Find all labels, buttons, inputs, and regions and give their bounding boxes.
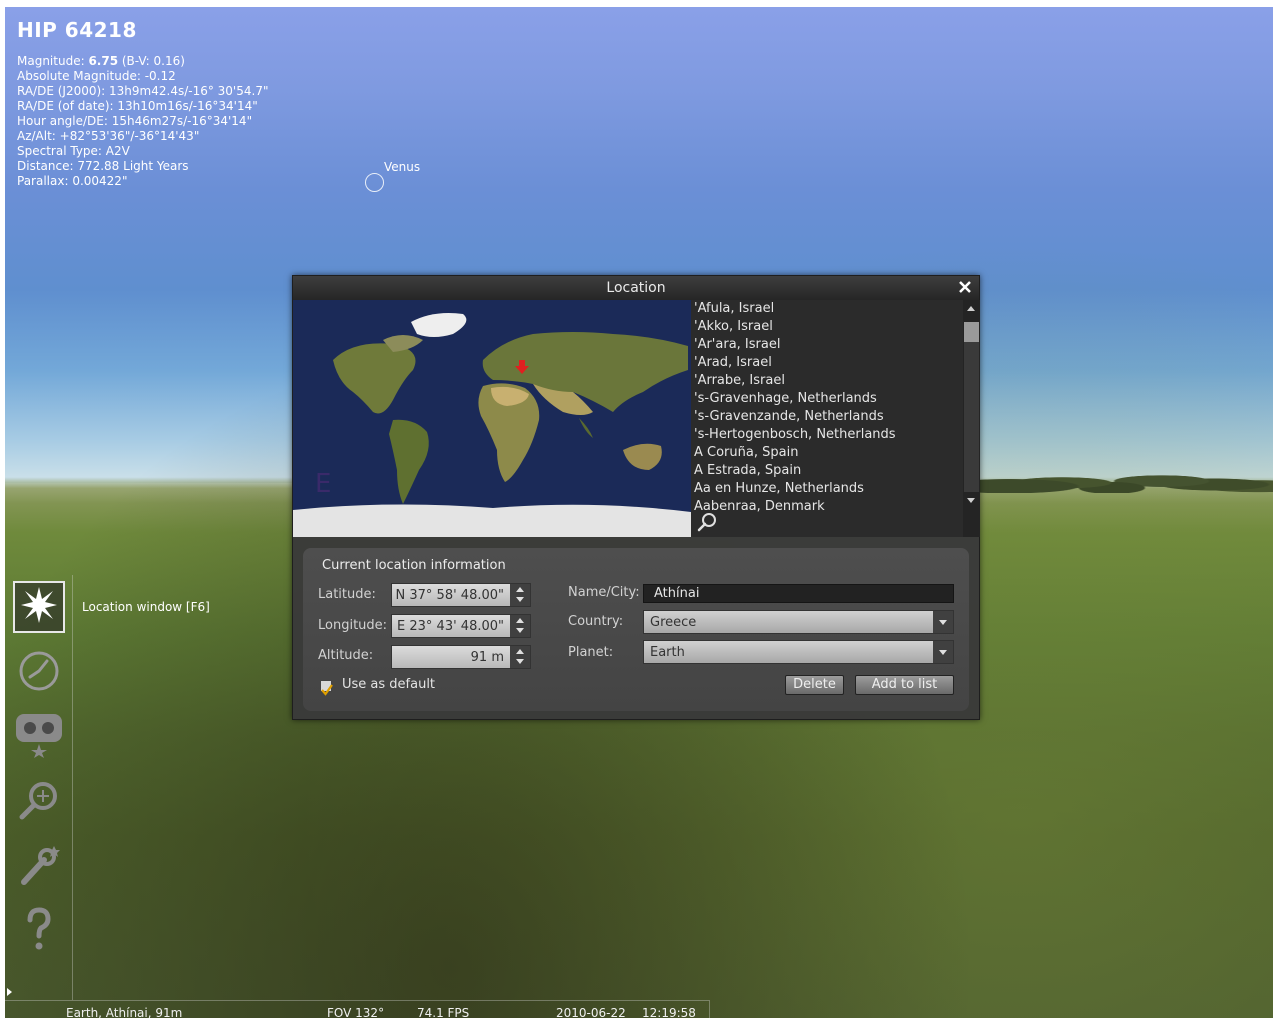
checkmark-icon [321, 684, 333, 696]
spin-arrows-icon[interactable] [510, 584, 530, 606]
tree-line [980, 459, 1273, 493]
spin-arrows-icon[interactable] [510, 615, 530, 637]
list-item[interactable]: 'Arad, Israel [691, 354, 963, 372]
status-bar: Earth, Athínai, 91m FOV 132° 74.1 FPS 20… [5, 1000, 710, 1018]
list-item[interactable]: 'Afula, Israel [691, 300, 963, 318]
location-dialog: Location E 'Afula, Israel 'Akko, Israel … [292, 275, 980, 720]
delete-button[interactable]: Delete [785, 675, 844, 695]
latitude-value: N 37° 58' 48.00" [395, 588, 504, 603]
use-as-default-checkbox[interactable] [320, 680, 333, 696]
list-item[interactable]: 'Akko, Israel [691, 318, 963, 336]
current-location-panel: Current location information Latitude: N… [303, 548, 969, 711]
date-time-window-button[interactable] [13, 647, 65, 699]
scroll-track[interactable] [964, 342, 979, 492]
info-line: Distance: 772.88 Light Years [17, 159, 189, 173]
world-map[interactable]: E [293, 300, 691, 537]
scroll-thumb[interactable] [964, 322, 979, 342]
info-line: Az/Alt: +82°53'36"/-36°14'43" [17, 129, 200, 143]
add-to-list-button[interactable]: Add to list [855, 675, 954, 695]
search-window-button[interactable] [13, 777, 65, 829]
latitude-label: Latitude: [318, 587, 376, 602]
chevron-down-icon[interactable] [933, 641, 953, 663]
clock-icon [17, 649, 61, 697]
search-icon[interactable] [696, 512, 718, 538]
longitude-spinbox[interactable]: E 23° 43' 48.00" [391, 614, 531, 638]
list-item[interactable]: Aabenraa, Denmark [691, 498, 963, 516]
eye-mask-icon [14, 708, 64, 762]
sky-view-window-button[interactable] [13, 709, 65, 761]
question-mark-icon [19, 906, 59, 956]
left-toolbar [5, 575, 73, 1000]
country-value: Greece [650, 615, 697, 630]
spin-arrows-icon[interactable] [510, 646, 530, 668]
venus-marker[interactable] [365, 173, 384, 192]
longitude-value: E 23° 43' 48.00" [397, 619, 504, 634]
info-line: Parallax: 0.00422" [17, 174, 128, 188]
country-label: Country: [568, 614, 624, 629]
dialog-title: Location [606, 280, 666, 296]
list-item[interactable]: 'Ar'ara, Israel [691, 336, 963, 354]
longitude-label: Longitude: [318, 618, 388, 633]
status-location: Earth, Athínai, 91m [66, 1006, 183, 1018]
info-line: RA/DE (of date): 13h10m16s/-16°34'14" [17, 99, 258, 113]
info-line: Hour angle/DE: 15h46m27s/-16°34'14" [17, 114, 253, 128]
planet-label: Planet: [568, 645, 614, 660]
panel-title: Current location information [322, 558, 506, 573]
object-name: HIP 64218 [17, 18, 137, 42]
expand-arrow-icon[interactable] [7, 988, 12, 996]
status-date: 2010-06-22 [556, 1006, 626, 1018]
altitude-value: 91 m [470, 650, 504, 665]
name-city-field[interactable]: Athínai [643, 584, 954, 603]
list-item[interactable]: 's-Hertogenbosch, Netherlands [691, 426, 963, 444]
list-item[interactable]: 'Arrabe, Israel [691, 372, 963, 390]
venus-label: Venus [384, 160, 421, 174]
chevron-down-icon[interactable] [933, 611, 953, 633]
list-item[interactable]: Aa en Hunze, Netherlands [691, 480, 963, 498]
magnitude-line: Magnitude: 6.75 (B-V: 0.16) [17, 54, 185, 68]
status-time: 12:19:58 [642, 1006, 696, 1018]
latitude-spinbox[interactable]: N 37° 58' 48.00" [391, 583, 531, 607]
wrench-icon [16, 842, 62, 892]
configuration-window-button[interactable] [13, 841, 65, 893]
city-list[interactable]: 'Afula, Israel 'Akko, Israel 'Ar'ara, Is… [691, 300, 963, 537]
info-line: RA/DE (J2000): 13h9m42.4s/-16° 30'54.7" [17, 84, 269, 98]
list-item[interactable]: A Estrada, Spain [691, 462, 963, 480]
altitude-spinbox[interactable]: 91 m [391, 645, 531, 669]
close-icon [959, 278, 971, 297]
scroll-down-icon[interactable] [967, 498, 975, 503]
planet-select[interactable]: Earth [643, 640, 954, 664]
scroll-up-icon[interactable] [967, 306, 975, 311]
use-as-default-label[interactable]: Use as default [342, 677, 435, 692]
list-item[interactable]: 's-Gravenhage, Netherlands [691, 390, 963, 408]
list-item[interactable]: 's-Gravenzande, Netherlands [691, 408, 963, 426]
status-fov: FOV 132° [327, 1006, 385, 1018]
object-info-panel: HIP 64218 Magnitude: 6.75 (B-V: 0.16) Ab… [17, 18, 268, 189]
list-item[interactable]: A Coruña, Spain [691, 444, 963, 462]
location-window-button[interactable] [13, 581, 65, 633]
help-window-button[interactable] [13, 905, 65, 957]
country-select[interactable]: Greece [643, 610, 954, 634]
dialog-titlebar[interactable]: Location [293, 276, 979, 300]
magnifier-icon [17, 779, 61, 827]
altitude-label: Altitude: [318, 648, 374, 663]
close-button[interactable] [955, 277, 975, 297]
svg-text:E: E [315, 469, 331, 499]
status-fps: 74.1 FPS [417, 1006, 470, 1018]
info-line: Spectral Type: A2V [17, 144, 130, 158]
tooltip: Location window [F6] [82, 600, 210, 614]
star-burst-icon [19, 585, 59, 629]
name-city-label: Name/City: [568, 585, 640, 600]
city-list-scrollbar[interactable] [963, 300, 980, 537]
planet-value: Earth [650, 645, 685, 660]
info-line: Absolute Magnitude: -0.12 [17, 69, 176, 83]
